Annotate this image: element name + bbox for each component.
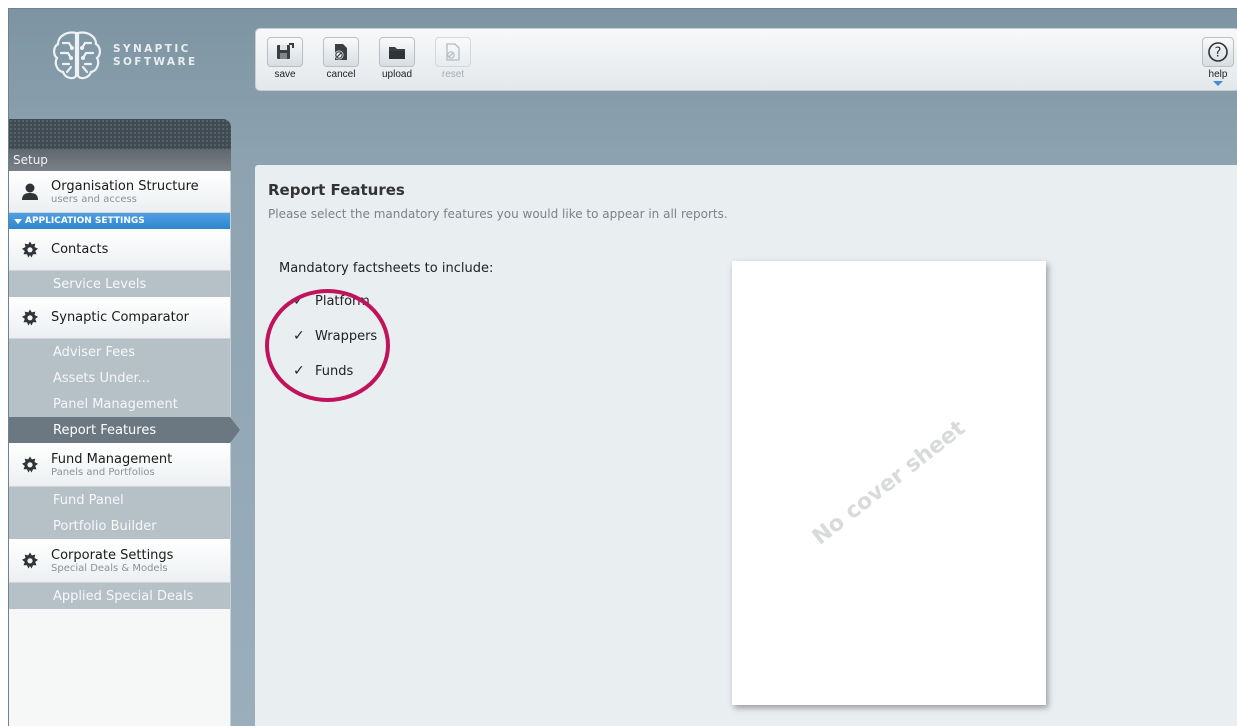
- upload-button[interactable]: upload: [374, 37, 420, 85]
- upload-icon: [379, 37, 415, 67]
- sidebar-item-sublabel: users and access: [51, 193, 137, 205]
- sidebar-nav: Organisation Structure users and access …: [9, 171, 240, 726]
- user-icon: [19, 181, 41, 203]
- section-application-settings[interactable]: APPLICATION SETTINGS: [9, 213, 230, 229]
- gear-icon: [19, 550, 41, 572]
- sidebar-item-applied-special-deals[interactable]: Applied Special Deals: [9, 583, 230, 609]
- toolbar: save cancel upload reset ? help: [255, 28, 1237, 91]
- sidebar-item-fund-management[interactable]: Fund Management Panels and Portfolios: [9, 443, 230, 487]
- sidebar-item-assets-under[interactable]: Assets Under...: [9, 365, 230, 391]
- sidebar-top-panel: [9, 119, 231, 149]
- sidebar-header: Setup: [9, 149, 231, 171]
- app-window: SYNAPTIC SOFTWARE save cancel upload res…: [8, 8, 1237, 726]
- sidebar-item-panel-management[interactable]: Panel Management: [9, 391, 230, 417]
- reset-button[interactable]: reset: [430, 37, 476, 85]
- sidebar-item-label: Organisation Structure: [51, 178, 199, 194]
- sidebar-item-contacts[interactable]: Contacts: [9, 229, 230, 271]
- brand-wordmark: SYNAPTIC SOFTWARE: [113, 43, 198, 69]
- section-label: APPLICATION SETTINGS: [25, 216, 145, 226]
- upload-button-label: upload: [381, 69, 413, 80]
- sidebar-item-report-features[interactable]: Report Features: [9, 417, 240, 443]
- save-button-label: save: [274, 69, 296, 80]
- gear-icon: [19, 454, 41, 476]
- cancel-button[interactable]: cancel: [318, 37, 364, 85]
- cover-placeholder-text: No cover sheet: [807, 415, 971, 551]
- highlight-circle-annotation: [265, 289, 390, 402]
- page-subtitle: Please select the mandatory features you…: [268, 207, 728, 221]
- cancel-icon: [323, 37, 359, 67]
- help-icon: ?: [1202, 37, 1234, 67]
- sidebar-item-service-levels[interactable]: Service Levels: [9, 271, 230, 297]
- reset-icon: [435, 37, 471, 67]
- gear-icon: [19, 307, 41, 329]
- mandatory-factsheets-label: Mandatory factsheets to include:: [279, 261, 494, 276]
- help-button-label: help: [1208, 69, 1228, 80]
- svg-text:?: ?: [1215, 46, 1222, 61]
- save-button[interactable]: save: [262, 37, 308, 85]
- sidebar-item-label: Fund Management: [51, 451, 173, 467]
- sidebar-item-label: Corporate Settings: [51, 547, 174, 563]
- sidebar-item-corporate-settings[interactable]: Corporate Settings Special Deals & Model…: [9, 539, 230, 583]
- help-dropdown-caret-icon: [1213, 81, 1223, 86]
- sidebar: Setup Organisation Structure users and a…: [9, 119, 240, 726]
- sidebar-item-fund-panel[interactable]: Fund Panel: [9, 487, 230, 513]
- page-title: Report Features: [268, 181, 405, 199]
- save-icon: [267, 37, 303, 67]
- collapse-triangle-icon: [14, 218, 22, 224]
- sidebar-item-label: Contacts: [51, 242, 109, 257]
- sidebar-item-synaptic-comparator[interactable]: Synaptic Comparator: [9, 297, 230, 339]
- sidebar-item-organisation-structure[interactable]: Organisation Structure users and access: [9, 171, 230, 213]
- sidebar-item-portfolio-builder[interactable]: Portfolio Builder: [9, 513, 230, 539]
- cancel-button-label: cancel: [326, 69, 356, 80]
- help-button[interactable]: ? help: [1199, 37, 1237, 87]
- cover-sheet-preview[interactable]: No cover sheet: [732, 261, 1046, 705]
- reset-button-label: reset: [441, 69, 465, 80]
- sidebar-item-sublabel: Panels and Portfolios: [51, 466, 155, 478]
- sidebar-item-sublabel: Special Deals & Models: [51, 562, 168, 574]
- sidebar-item-label: Synaptic Comparator: [51, 310, 190, 325]
- brand-line1: SYNAPTIC: [113, 43, 191, 55]
- brand-line2: SOFTWARE: [113, 56, 198, 68]
- sidebar-item-adviser-fees[interactable]: Adviser Fees: [9, 339, 230, 365]
- report-features-panel: Report Features Please select the mandat…: [255, 165, 1237, 726]
- brain-logo-icon: [53, 31, 101, 80]
- gear-icon: [19, 239, 41, 261]
- brand-logo: SYNAPTIC SOFTWARE: [49, 27, 198, 85]
